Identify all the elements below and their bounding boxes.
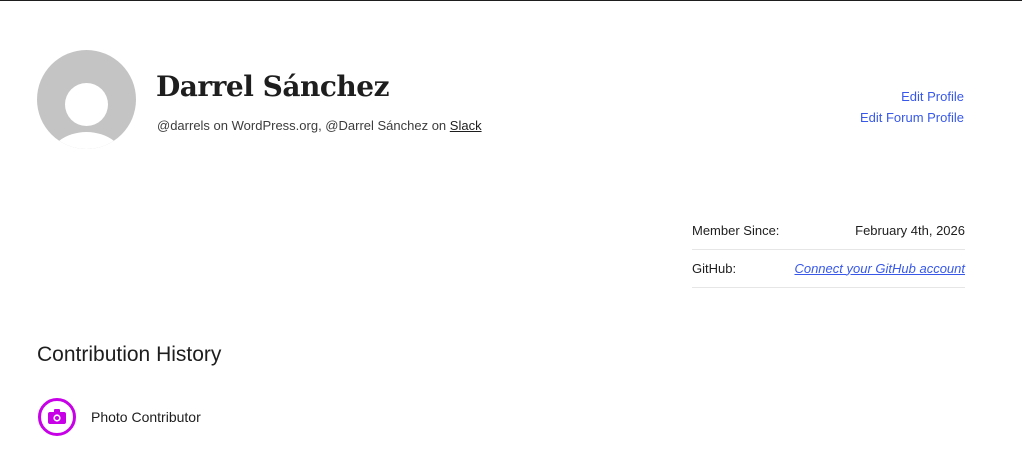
github-label: GitHub: bbox=[692, 260, 737, 276]
camera-icon bbox=[38, 398, 76, 436]
top-border bbox=[0, 0, 1022, 1]
member-since-value: February 4th, 2026 bbox=[855, 222, 965, 238]
badge-photo-contributor: Photo Contributor bbox=[38, 397, 201, 437]
member-since-row: Member Since: February 4th, 2026 bbox=[692, 212, 965, 250]
connect-github-link[interactable]: Connect your GitHub account bbox=[794, 260, 965, 278]
edit-forum-profile-link[interactable]: Edit Forum Profile bbox=[860, 107, 964, 128]
edit-profile-link[interactable]: Edit Profile bbox=[860, 86, 964, 107]
profile-handles: @darrels on WordPress.org, @Darrel Sánch… bbox=[157, 117, 482, 135]
avatar-body bbox=[48, 132, 125, 149]
slack-link[interactable]: Slack bbox=[450, 118, 482, 133]
contribution-history-title: Contribution History bbox=[37, 343, 222, 366]
avatar-head bbox=[65, 83, 108, 126]
profile-meta: Member Since: February 4th, 2026 GitHub:… bbox=[692, 212, 965, 288]
profile-name: Darrel Sánchez bbox=[156, 70, 389, 103]
badge-label: Photo Contributor bbox=[91, 409, 201, 425]
member-since-label: Member Since: bbox=[692, 222, 780, 238]
profile-actions: Edit Profile Edit Forum Profile bbox=[860, 86, 964, 128]
camera-icon-svg bbox=[48, 409, 66, 424]
avatar bbox=[37, 50, 136, 149]
github-row: GitHub: Connect your GitHub account bbox=[692, 250, 965, 288]
handles-text: @darrels on WordPress.org, @Darrel Sánch… bbox=[157, 118, 450, 133]
